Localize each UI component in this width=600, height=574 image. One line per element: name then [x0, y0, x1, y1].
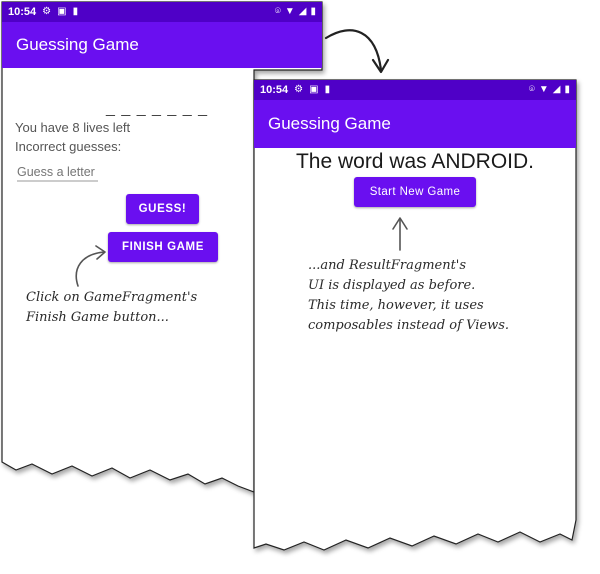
- secret-word: _ _ _ _ _ _ _: [106, 100, 208, 117]
- annotation-line: ...and ResultFragment's: [308, 258, 467, 273]
- annotation-line: Click on GameFragment's: [26, 290, 198, 305]
- guess-input[interactable]: [17, 163, 99, 180]
- sd-card-icon: ▮: [324, 84, 331, 95]
- left-annotation: Click on GameFragment's Finish Game butt…: [26, 288, 197, 328]
- annotation-line: UI is displayed as before.: [308, 278, 476, 293]
- annotation-line: composables instead of Views.: [308, 318, 510, 333]
- guess-button-label: GUESS!: [138, 203, 187, 215]
- notification-icon: ▣: [309, 84, 319, 95]
- status-time: 10:54: [8, 6, 37, 18]
- signal-icon: ◢: [552, 84, 561, 95]
- left-status-bar: 10:54 ⚙ ▣ ▮ ⌾ ▼ ◢ ▮: [2, 2, 322, 22]
- start-new-game-button[interactable]: Start New Game: [354, 177, 476, 207]
- right-app-bar: Guessing Game: [254, 100, 576, 148]
- guess-button[interactable]: GUESS!: [126, 194, 199, 224]
- annotation-line: This time, however, it uses: [308, 298, 484, 313]
- finish-game-button-label: FINISH GAME: [122, 241, 204, 253]
- app-title: Guessing Game: [268, 114, 391, 133]
- status-time: 10:54: [260, 84, 289, 96]
- wifi-icon: ▼: [284, 6, 295, 17]
- right-annotation: ...and ResultFragment's UI is displayed …: [308, 256, 509, 336]
- incorrect-guesses-label: Incorrect guesses:: [15, 139, 122, 154]
- app-title: Guessing Game: [16, 35, 139, 54]
- screen-transition-arrow: [324, 29, 383, 72]
- location-icon: ⌾: [274, 6, 281, 17]
- sd-card-icon: ▮: [72, 6, 79, 17]
- annotation-line: Finish Game button...: [26, 310, 169, 325]
- notification-icon: ▣: [57, 6, 67, 17]
- gear-icon: ⚙: [42, 6, 52, 17]
- gear-icon: ⚙: [294, 84, 304, 95]
- start-new-game-button-label: Start New Game: [369, 186, 461, 198]
- location-icon: ⌾: [528, 84, 535, 95]
- left-app-bar: Guessing Game: [2, 22, 322, 68]
- finish-game-button[interactable]: FINISH GAME: [108, 232, 218, 262]
- battery-icon: ▮: [564, 84, 570, 95]
- result-text: The word was ANDROID.: [295, 150, 535, 173]
- signal-icon: ◢: [298, 6, 307, 17]
- wifi-icon: ▼: [538, 84, 549, 95]
- lives-text: You have 8 lives left: [15, 120, 131, 135]
- right-status-bar: 10:54 ⚙ ▣ ▮ ⌾ ▼ ◢ ▮: [254, 80, 576, 100]
- battery-icon: ▮: [310, 6, 316, 17]
